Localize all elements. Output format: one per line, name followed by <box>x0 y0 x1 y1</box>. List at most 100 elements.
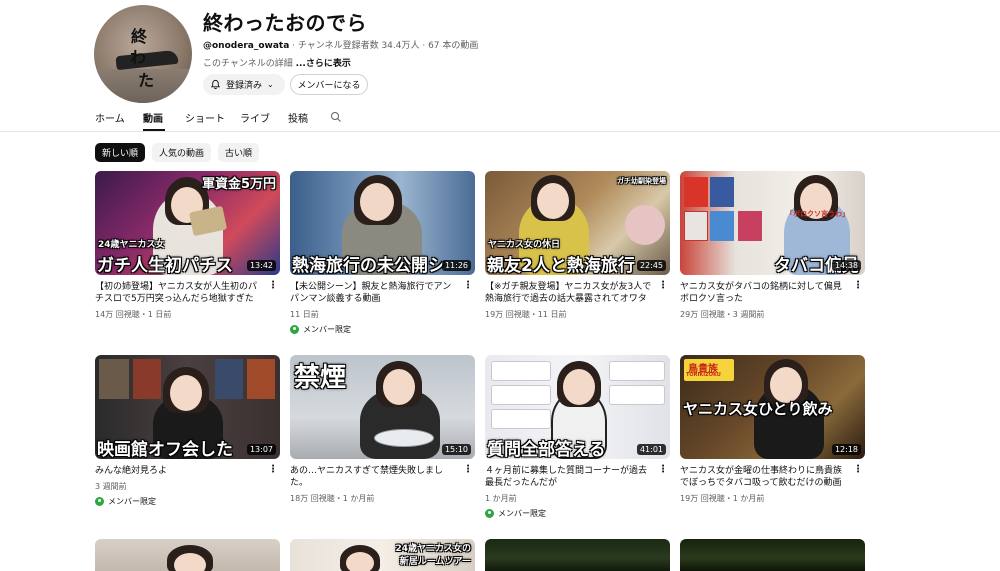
thumbnail-overlay-main: 親友2人と熱海旅行 <box>487 256 635 275</box>
thumbnail-overlay-main: ガチ人生初パチス <box>97 256 233 275</box>
thumbnail-overlay-top-sub: TORIKIZOKU <box>686 372 721 378</box>
video-title[interactable]: 【未公開シーン】親友と熱海旅行でアンパンマン談義する動画 <box>290 281 460 305</box>
video-thumbnail[interactable]: 24歳ヤニカス女の 新居ルームツアー <box>290 539 475 571</box>
avatar-char-3: た <box>138 71 155 90</box>
thumbnail-blurred-face <box>625 205 665 245</box>
chip-oldest[interactable]: 古い順 <box>218 143 260 162</box>
video-title[interactable]: あの…ヤニカスすぎて禁煙失敗しました。 <box>290 465 460 489</box>
thumbnail-overlay-main: 熱海旅行の未公開シ <box>292 256 445 275</box>
video-thumbnail[interactable]: 禁煙 15:10 <box>290 355 475 459</box>
video-meta: 29万 回視聴・3 週間前 <box>680 310 765 319</box>
video-thumbnail[interactable] <box>680 539 865 571</box>
thumbnail-face <box>346 552 374 571</box>
tab-videos[interactable]: 動画 <box>143 108 185 131</box>
video-thumbnail[interactable]: 鳥貴族 TORIKIZOKU ヤニカス女ひとり飲み 12:18 <box>680 355 865 459</box>
more-options-icon[interactable]: ⋮ <box>463 464 473 475</box>
video-meta: 18万 回視聴・1 か月前 <box>290 494 375 503</box>
video-thumbnail[interactable]: 熱海旅行の未公開シ 11:26 <box>290 171 475 275</box>
more-options-icon[interactable]: ⋮ <box>853 464 863 475</box>
channel-description[interactable]: このチャンネルの詳細 ...さらに表示 <box>203 56 351 69</box>
video-duration: 41:01 <box>636 444 666 455</box>
member-badge-label: メンバー限定 <box>498 509 546 518</box>
tab-posts[interactable]: 投稿 <box>288 108 330 131</box>
thumbnail-overlay-top: 軍資金5万円 <box>201 177 276 192</box>
more-options-icon[interactable]: ⋮ <box>658 280 668 291</box>
video-thumbnail[interactable]: ガチ幼馴染登場 ヤニカス女の休日 親友2人と熱海旅行 22:45 <box>485 171 670 275</box>
video-card[interactable]: 熱海旅行の未公開シ 11:26 【未公開シーン】親友と熱海旅行でアンパンマン談義… <box>290 171 475 335</box>
join-member-button[interactable]: メンバーになる <box>290 74 368 95</box>
thumbnail-overlay-main: 質問全部答える <box>487 440 606 459</box>
more-options-icon[interactable]: ⋮ <box>853 280 863 291</box>
video-title[interactable]: 【※ガチ親友登場】ヤニカス女が友3人で熱海旅行で過去の話大暴露されてオワタ <box>485 281 655 305</box>
chip-newest[interactable]: 新しい順 <box>95 143 146 162</box>
channel-avatar[interactable]: 終 わ た <box>94 5 192 103</box>
video-meta: 1 か月前 <box>485 494 517 503</box>
video-thumbnail[interactable] <box>95 539 280 571</box>
member-badge-label: メンバー限定 <box>303 325 351 334</box>
video-thumbnail[interactable]: 質問全部答える 41:01 <box>485 355 670 459</box>
search-icon[interactable] <box>330 111 342 123</box>
thumbnail-comment-card <box>491 409 551 429</box>
chip-popular[interactable]: 人気の動画 <box>152 143 212 162</box>
more-options-icon[interactable]: ⋮ <box>658 464 668 475</box>
channel-tabs: ホーム 動画 ショート ライブ 投稿 <box>95 108 330 131</box>
more-options-icon[interactable]: ⋮ <box>268 464 278 475</box>
thumbnail-poster <box>99 359 129 399</box>
video-card[interactable]: 禁煙 15:10 あの…ヤニカスすぎて禁煙失敗しました。 18万 回視聴・1 か… <box>290 355 475 504</box>
tab-shorts[interactable]: ショート <box>185 108 240 131</box>
video-thumbnail[interactable]: 映画館オフ会した 13:07 <box>95 355 280 459</box>
video-title[interactable]: 【初の姉登場】ヤニカス女が人生初のパチスロで5万円突っ込んだら地獄すぎた <box>95 281 265 305</box>
video-meta: 11 日前 <box>290 310 319 319</box>
video-card[interactable] <box>680 539 865 571</box>
video-card[interactable]: 軍資金5万円 24歳ヤニカス女 ガチ人生初パチス 13:42 【初の姉登場】ヤニ… <box>95 171 280 320</box>
video-card[interactable]: 質問全部答える 41:01 ４ヶ月前に募集した質問コーナーが過去最長だったんだが… <box>485 355 670 519</box>
video-duration: 11:26 <box>441 260 471 271</box>
thumbnail-overlay-top-sub: 新居ルームツアー <box>399 557 471 567</box>
more-options-icon[interactable]: ⋮ <box>268 280 278 291</box>
channel-title: 終わったおのでら <box>203 11 367 35</box>
sort-chips: 新しい順 人気の動画 古い順 <box>95 143 260 162</box>
more-options-icon[interactable]: ⋮ <box>463 280 473 291</box>
video-card[interactable]: ガチ幼馴染登場 ヤニカス女の休日 親友2人と熱海旅行 22:45 【※ガチ親友登… <box>485 171 670 320</box>
thumbnail-poster <box>133 359 161 399</box>
video-title[interactable]: ヤニカス女がタバコの銘柄に対して偏見ボロクソ言った <box>680 281 850 305</box>
thumbnail-comment-card <box>491 361 551 381</box>
video-card[interactable]: 映画館オフ会した 13:07 みんな絶対見ろよ 3 週間前 メンバー限定 ⋮ <box>95 355 280 507</box>
tab-live[interactable]: ライブ <box>240 108 288 131</box>
video-title[interactable]: みんな絶対見ろよ <box>95 465 265 477</box>
thumbnail-comment-card <box>491 385 551 405</box>
thumbnail-face <box>383 369 415 405</box>
thumbnail-comment-card <box>609 361 665 381</box>
video-card[interactable] <box>95 539 280 571</box>
video-duration: 14:38 <box>831 260 861 271</box>
video-thumbnail[interactable]: 軍資金5万円 24歳ヤニカス女 ガチ人生初パチス 13:42 <box>95 171 280 275</box>
member-badge: メンバー限定 <box>95 496 280 507</box>
thumbnail-overlay-small: 24歳ヤニカス女 <box>98 240 165 250</box>
thumbnail-overlay-top: 禁煙 <box>294 363 347 393</box>
video-card[interactable]: 「ボロクソ言うわ」 タバコ偏見 14:38 ヤニカス女がタバコの銘柄に対して偏見… <box>680 171 865 320</box>
show-more-link[interactable]: ...さらに表示 <box>296 59 351 69</box>
thumbnail-overlay-top: 24歳ヤニカス女の <box>395 544 471 554</box>
video-duration: 13:42 <box>246 260 276 271</box>
video-card[interactable]: 鳥貴族 TORIKIZOKU ヤニカス女ひとり飲み 12:18 ヤニカス女が金曜… <box>680 355 865 504</box>
video-title[interactable]: ４ヶ月前に募集した質問コーナーが過去最長だったんだが <box>485 465 655 489</box>
channel-description-text: このチャンネルの詳細 <box>203 59 296 69</box>
video-thumbnail[interactable]: 「ボロクソ言うわ」 タバコ偏見 14:38 <box>680 171 865 275</box>
thumbnail-face <box>170 375 202 411</box>
subscribed-button[interactable]: 登録済み ⌄ <box>203 74 285 95</box>
video-card[interactable] <box>485 539 670 571</box>
member-icon <box>485 509 494 518</box>
channel-meta: @onodera_owata · チャンネル登録者数 34.4万人 · 67 本… <box>203 38 478 51</box>
subscribed-label: 登録済み <box>226 81 263 91</box>
video-thumbnail[interactable] <box>485 539 670 571</box>
video-title[interactable]: ヤニカス女が金曜の仕事終わりに鳥貴族でぼっちでタバコ吸って飲むだけの動画 <box>680 465 850 489</box>
thumbnail-face <box>537 183 569 219</box>
thumbnail-poster <box>215 359 243 399</box>
tab-home[interactable]: ホーム <box>95 108 143 131</box>
thumbnail-pack <box>684 211 708 241</box>
thumbnail-overlay-main: ヤニカス女ひとり飲み <box>683 400 833 418</box>
thumbnail-face <box>360 183 394 221</box>
video-card[interactable]: 24歳ヤニカス女の 新居ルームツアー <box>290 539 475 571</box>
member-badge: メンバー限定 <box>290 324 475 335</box>
thumbnail-face <box>174 553 206 571</box>
